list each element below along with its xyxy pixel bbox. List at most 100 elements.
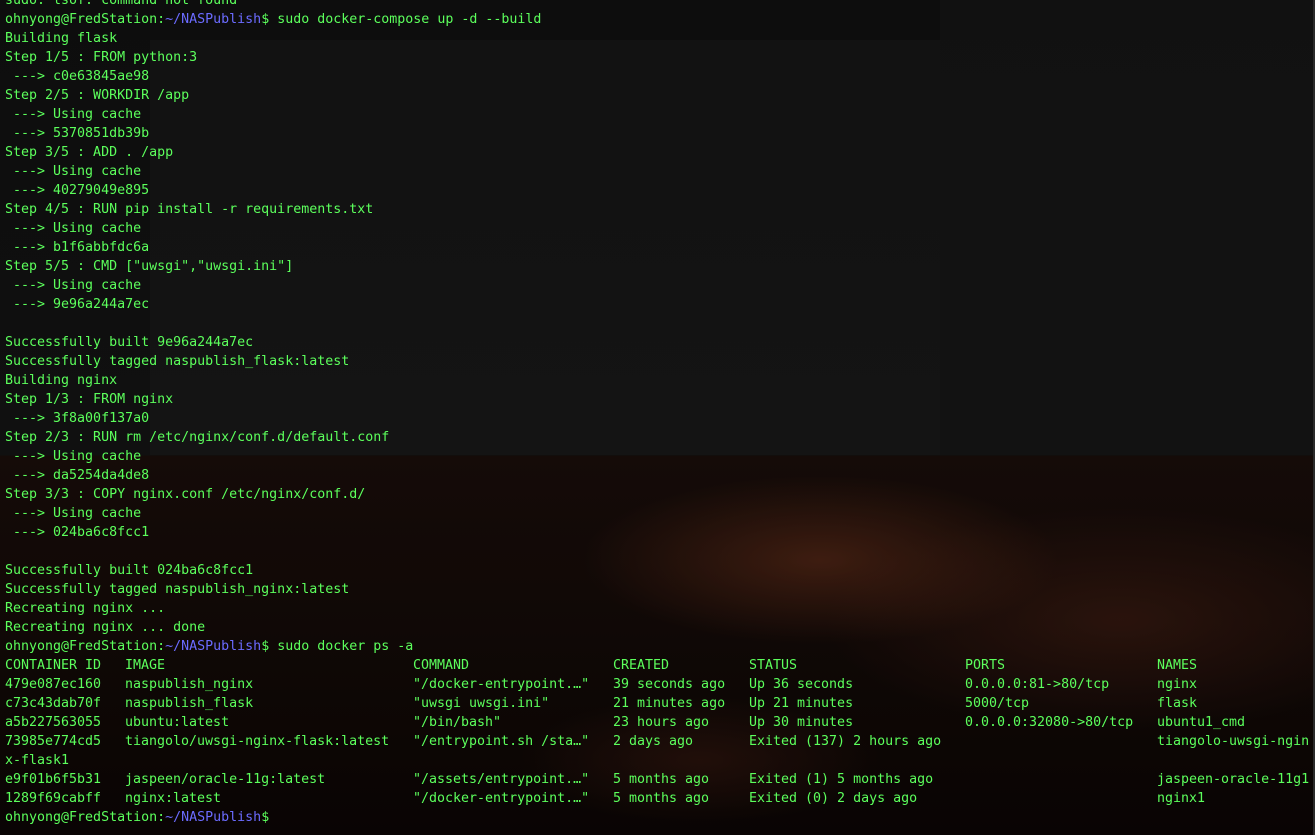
terminal-line: Successfully tagged naspublish_nginx:lat… xyxy=(5,582,350,597)
cell-names: jaspeen-oracle-11g1 xyxy=(1157,772,1310,787)
terminal-line: Step 2/3 : RUN rm /etc/nginx/conf.d/defa… xyxy=(5,430,390,445)
prompt-line: ohnyong@FredStation:~/NASPublish$ sudo d… xyxy=(5,637,1310,656)
terminal-line: Building nginx xyxy=(5,373,118,388)
terminal-line: ---> da5254da4de8 xyxy=(5,468,150,483)
terminal-line: Step 1/3 : FROM nginx xyxy=(5,392,174,407)
cell-image: naspublish_nginx xyxy=(125,677,254,692)
terminal-window[interactable]: sudo: lsof: command not found ohnyong@Fr… xyxy=(0,0,1315,835)
cell-container-id: 1289f69cabff xyxy=(5,791,102,806)
terminal-line: ---> c0e63845ae98 xyxy=(5,69,150,84)
cell-image: nginx:latest xyxy=(125,791,222,806)
ps-table-row: 1289f69cabff nginx:latest "/docker-entry… xyxy=(5,789,1310,808)
cell-created: 23 hours ago xyxy=(613,715,710,730)
header-created: CREATED xyxy=(613,658,670,673)
header-image: IMAGE xyxy=(125,658,166,673)
cell-command: "/docker-entrypoint.…" xyxy=(413,791,590,806)
terminal-line: Building flask xyxy=(5,31,118,46)
ps-table-row: a5b227563055 ubuntu:latest "/bin/bash" 2… xyxy=(5,713,1310,732)
cell-command: "/assets/entrypoint.…" xyxy=(413,772,590,787)
terminal-line: ---> Using cache xyxy=(5,107,142,122)
cell-status: Up 21 minutes xyxy=(749,696,854,711)
terminal-line: ---> 5370851db39b xyxy=(5,126,150,141)
prompt-path: ~/NASPublish xyxy=(165,810,262,825)
cell-ports: 5000/tcp xyxy=(965,696,1030,711)
cell-image: ubuntu:latest xyxy=(125,715,230,730)
header-status: STATUS xyxy=(749,658,798,673)
terminal-line: sudo: lsof: command not found xyxy=(5,0,238,8)
cell-status: Up 36 seconds xyxy=(749,677,854,692)
cell-created: 39 seconds ago xyxy=(613,677,726,692)
terminal-line: ---> 3f8a00f137a0 xyxy=(5,411,150,426)
cell-image: jaspeen/oracle-11g:latest xyxy=(125,772,326,787)
command-text: sudo docker ps -a xyxy=(269,639,414,654)
cell-image: naspublish_flask xyxy=(125,696,254,711)
cell-names: flask xyxy=(1157,696,1198,711)
cell-status: Exited (1) 5 months ago xyxy=(749,772,934,787)
cell-status: Exited (137) 2 hours ago xyxy=(749,734,942,749)
prompt-path: ~/NASPublish xyxy=(165,12,262,27)
header-container-id: CONTAINER ID xyxy=(5,658,102,673)
terminal-line: Step 1/5 : FROM python:3 xyxy=(5,50,198,65)
terminal-line: Step 3/5 : ADD . /app xyxy=(5,145,174,160)
prompt-symbol: $ xyxy=(261,810,270,825)
cell-command: "/docker-entrypoint.…" xyxy=(413,677,590,692)
cell-names: nginx xyxy=(1157,677,1198,692)
ps-table-header: CONTAINER ID IMAGE COMMAND CREATED STATU… xyxy=(5,656,1310,675)
terminal-line: ---> b1f6abbfdc6a xyxy=(5,240,150,255)
cell-created: 21 minutes ago xyxy=(613,696,726,711)
terminal-line: Recreating nginx ... done xyxy=(5,620,206,635)
cell-names: nginx1 xyxy=(1157,791,1206,806)
cell-image: tiangolo/uwsgi-nginx-flask:latest xyxy=(125,734,390,749)
cell-ports: 0.0.0.0:32080->80/tcp xyxy=(965,715,1134,730)
cell-status: Exited (0) 2 days ago xyxy=(749,791,918,806)
header-names: NAMES xyxy=(1157,658,1198,673)
terminal-line: ---> 024ba6c8fcc1 xyxy=(5,525,150,540)
cell-status: Up 30 minutes xyxy=(749,715,854,730)
prompt-user-host: ohnyong@FredStation: xyxy=(5,639,166,654)
terminal-line: Successfully tagged naspublish_flask:lat… xyxy=(5,354,350,369)
cell-names: tiangolo-uwsgi-ngin xyxy=(1157,734,1310,749)
terminal-line: Step 4/5 : RUN pip install -r requiremen… xyxy=(5,202,374,217)
terminal-line: Recreating nginx ... xyxy=(5,601,166,616)
cell-container-id: a5b227563055 xyxy=(5,715,102,730)
prompt-symbol: $ xyxy=(261,12,270,27)
cell-created: 5 months ago xyxy=(613,772,710,787)
cell-container-id: e9f01b6f5b31 xyxy=(5,772,102,787)
terminal-line: ---> 40279049e895 xyxy=(5,183,150,198)
terminal-line: ---> Using cache xyxy=(5,449,142,464)
cell-command: "/bin/bash" xyxy=(413,715,502,730)
terminal-line: Step 3/3 : COPY nginx.conf /etc/nginx/co… xyxy=(5,487,366,502)
terminal-line: Successfully built 9e96a244a7ec xyxy=(5,335,254,350)
prompt-user-host: ohnyong@FredStation: xyxy=(5,12,166,27)
terminal-line: ---> Using cache xyxy=(5,278,142,293)
cell-container-id: 73985e774cd5 xyxy=(5,734,102,749)
prompt-symbol: $ xyxy=(261,639,270,654)
text-cursor xyxy=(269,809,277,823)
cell-created: 5 months ago xyxy=(613,791,710,806)
prompt-line[interactable]: ohnyong@FredStation:~/NASPublish$ xyxy=(5,808,1310,827)
prompt-user-host: ohnyong@FredStation: xyxy=(5,810,166,825)
prompt-line: ohnyong@FredStation:~/NASPublish$ sudo d… xyxy=(5,10,1310,29)
header-command: COMMAND xyxy=(413,658,470,673)
terminal-line: ---> Using cache xyxy=(5,164,142,179)
command-text: sudo docker-compose up -d --build xyxy=(269,12,542,27)
ps-table-row: 73985e774cd5 tiangolo/uwsgi-nginx-flask:… xyxy=(5,732,1310,751)
cell-created: 2 days ago xyxy=(613,734,694,749)
terminal-line: Step 2/5 : WORKDIR /app xyxy=(5,88,190,103)
terminal-line: ---> Using cache xyxy=(5,221,142,236)
terminal-line: ---> Using cache xyxy=(5,506,142,521)
ps-table-row: 479e087ec160 naspublish_nginx "/docker-e… xyxy=(5,675,1310,694)
terminal-line: ---> 9e96a244a7ec xyxy=(5,297,150,312)
header-ports: PORTS xyxy=(965,658,1006,673)
cell-command: "/entrypoint.sh /sta…" xyxy=(413,734,590,749)
cell-container-id: 479e087ec160 xyxy=(5,677,102,692)
terminal-line: Step 5/5 : CMD ["uwsgi","uwsgi.ini"] xyxy=(5,259,294,274)
terminal-line: Successfully built 024ba6c8fcc1 xyxy=(5,563,254,578)
ps-table-row: e9f01b6f5b31 jaspeen/oracle-11g:latest "… xyxy=(5,770,1310,789)
cell-names: ubuntu1_cmd xyxy=(1157,715,1246,730)
ps-table-row: c73c43dab70f naspublish_flask "uwsgi uws… xyxy=(5,694,1310,713)
cell-command: "uwsgi uwsgi.ini" xyxy=(413,696,550,711)
ps-table-wrap-line: x-flask1 xyxy=(5,753,70,768)
